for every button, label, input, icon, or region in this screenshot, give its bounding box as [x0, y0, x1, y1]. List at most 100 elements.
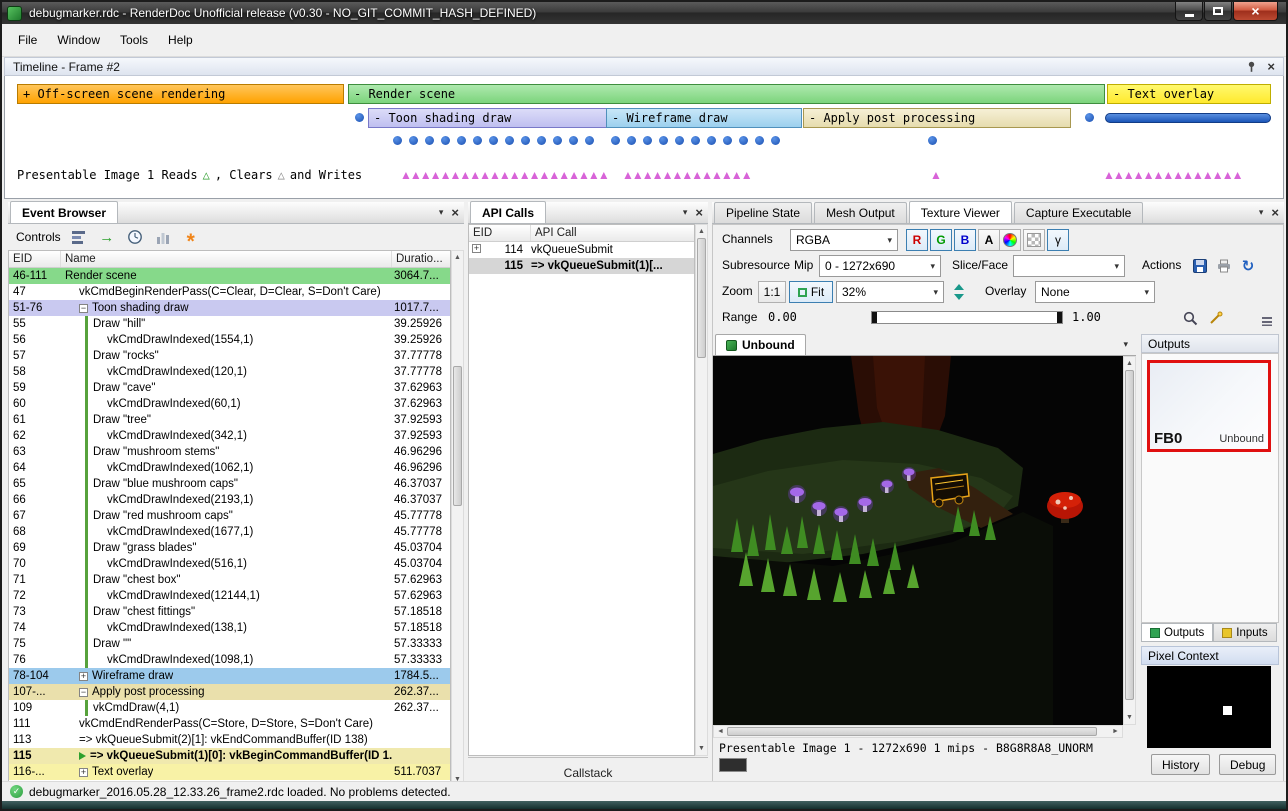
history-button[interactable]: History: [1151, 754, 1210, 775]
tab-inputs[interactable]: Inputs: [1213, 623, 1276, 642]
draw-marker-dot[interactable]: [659, 136, 668, 145]
expand-icon[interactable]: [79, 768, 88, 777]
event-row[interactable]: 70vkCmdDrawIndexed(516,1)45.03704: [9, 556, 450, 572]
column-eid[interactable]: EID: [469, 225, 531, 241]
scrollbar-thumb[interactable]: [697, 238, 706, 358]
debug-button[interactable]: Debug: [1219, 754, 1276, 775]
scroll-down-icon[interactable]: ▼: [696, 742, 707, 755]
range-slider[interactable]: [871, 311, 1063, 324]
tab-unbound[interactable]: Unbound: [715, 334, 806, 355]
event-browser-scrollbar[interactable]: ▲ ▼: [451, 250, 464, 787]
draw-marker-dot[interactable]: [355, 113, 364, 122]
event-row[interactable]: 73Draw "chest fittings"57.18518: [9, 604, 450, 620]
scroll-up-icon[interactable]: ▲: [1124, 357, 1135, 370]
timeline-bar-post-processing[interactable]: - Apply post processing: [803, 108, 1071, 128]
autofit-wand-icon[interactable]: [1205, 308, 1225, 328]
collapse-icon[interactable]: [79, 304, 88, 313]
draw-marker-dot[interactable]: [553, 136, 562, 145]
event-row[interactable]: 75Draw ""57.33333: [9, 636, 450, 652]
close-icon[interactable]: ×: [695, 206, 703, 219]
event-row[interactable]: 61Draw "tree"37.92593: [9, 412, 450, 428]
draw-marker-dot[interactable]: [521, 136, 530, 145]
draw-marker-dot[interactable]: [393, 136, 402, 145]
event-row[interactable]: 64vkCmdDrawIndexed(1062,1)46.96296: [9, 460, 450, 476]
timeline-bar-text-overlay[interactable]: - Text overlay: [1107, 84, 1271, 104]
fb0-thumbnail[interactable]: FB0 Unbound: [1147, 360, 1271, 452]
event-row[interactable]: 78-104Wireframe draw1784.5...: [9, 668, 450, 684]
draw-marker-dot[interactable]: [755, 136, 764, 145]
color-wheel-icon[interactable]: [999, 229, 1021, 251]
event-row[interactable]: 107-...Apply post processing262.37...: [9, 684, 450, 700]
minimize-button[interactable]: [1175, 2, 1203, 21]
scrollbar-thumb[interactable]: [453, 366, 462, 506]
event-row[interactable]: 63Draw "mushroom stems"46.96296: [9, 444, 450, 460]
gamma-button[interactable]: γ: [1047, 229, 1069, 251]
pixel-context-view[interactable]: [1147, 666, 1271, 748]
collapse-icon[interactable]: [79, 688, 88, 697]
tab-api-calls[interactable]: API Calls: [470, 201, 546, 223]
event-row[interactable]: 51-76Toon shading draw1017.7...: [9, 300, 450, 316]
alpha-checker-icon[interactable]: [1023, 229, 1045, 251]
draw-marker-dot[interactable]: [409, 136, 418, 145]
event-row[interactable]: 113=> vkQueueSubmit(2)[1]: vkEndCommandB…: [9, 732, 450, 748]
tab-mesh-output[interactable]: Mesh Output: [814, 202, 907, 223]
zoom-combo[interactable]: 32%▾: [836, 281, 944, 303]
api-call-row[interactable]: 115=> vkQueueSubmit(1)[...: [469, 258, 694, 274]
draw-marker-dot[interactable]: [928, 136, 937, 145]
channel-g-button[interactable]: G: [930, 229, 952, 251]
event-row[interactable]: 68vkCmdDrawIndexed(1677,1)45.77778: [9, 524, 450, 540]
menu-tools[interactable]: Tools: [110, 28, 158, 52]
event-row[interactable]: 72vkCmdDrawIndexed(12144,1)57.62963: [9, 588, 450, 604]
menu-help[interactable]: Help: [158, 28, 203, 52]
pin-icon[interactable]: [1246, 61, 1257, 73]
event-row[interactable]: 65Draw "blue mushroom caps"46.37037: [9, 476, 450, 492]
draw-marker-dot[interactable]: [585, 136, 594, 145]
find-events-icon[interactable]: [69, 227, 89, 247]
refresh-icon[interactable]: ↻: [1238, 256, 1258, 276]
event-row[interactable]: 109vkCmdDraw(4,1)262.37...: [9, 700, 450, 716]
event-row[interactable]: 67Draw "red mushroom caps"45.77778: [9, 508, 450, 524]
column-api-call[interactable]: API Call: [531, 225, 694, 241]
draw-marker-dot[interactable]: [739, 136, 748, 145]
timeline-header[interactable]: Timeline - Frame #2 ×: [4, 57, 1284, 76]
chevron-down-icon[interactable]: ▾: [1123, 340, 1128, 349]
event-row[interactable]: 57Draw "rocks"37.77778: [9, 348, 450, 364]
scroll-left-icon[interactable]: ◄: [714, 726, 727, 737]
draw-marker-dot[interactable]: [425, 136, 434, 145]
tab-event-browser[interactable]: Event Browser: [10, 201, 118, 223]
timeline-bar-render-scene[interactable]: - Render scene: [348, 84, 1105, 104]
channel-r-button[interactable]: R: [906, 229, 928, 251]
api-call-row[interactable]: 114vkQueueSubmit: [469, 242, 694, 258]
outputs-header[interactable]: Outputs: [1141, 334, 1279, 353]
channel-a-button[interactable]: A: [978, 229, 1000, 251]
draw-marker-dot[interactable]: [707, 136, 716, 145]
menu-window[interactable]: Window: [47, 28, 110, 52]
menu-file[interactable]: File: [8, 28, 47, 52]
flip-y-icon[interactable]: [949, 282, 969, 302]
draw-marker-dot[interactable]: [569, 136, 578, 145]
tab-pipeline-state[interactable]: Pipeline State: [714, 202, 812, 223]
api-calls-scrollbar[interactable]: ▲ ▼: [695, 224, 708, 756]
draw-marker-dot[interactable]: [771, 136, 780, 145]
range-black-handle[interactable]: [872, 312, 877, 323]
texture-horizontal-scrollbar[interactable]: ◄ ►: [713, 725, 1123, 738]
scroll-right-icon[interactable]: ►: [1109, 726, 1122, 737]
event-row[interactable]: 55Draw "hill"39.25926: [9, 316, 450, 332]
event-row[interactable]: 111vkCmdEndRenderPass(C=Store, D=Store, …: [9, 716, 450, 732]
close-icon[interactable]: ×: [1271, 206, 1279, 219]
time-draws-clock-icon[interactable]: [125, 227, 145, 247]
scroll-up-icon[interactable]: ▲: [696, 225, 707, 238]
event-row[interactable]: 115=> vkQueueSubmit(1)[0]: vkBeginComman…: [9, 748, 450, 764]
event-table[interactable]: EID Name Duratio... 46-111Render scene30…: [8, 250, 451, 787]
title-bar[interactable]: debugmarker.rdc - RenderDoc Unofficial r…: [2, 2, 1286, 24]
close-icon[interactable]: ×: [451, 206, 459, 219]
draw-marker-dot[interactable]: [537, 136, 546, 145]
tab-texture-viewer[interactable]: Texture Viewer: [909, 201, 1012, 223]
timeline-bar-wireframe[interactable]: - Wireframe draw: [606, 108, 802, 128]
zoom-fit-button[interactable]: Fit: [789, 281, 833, 303]
event-row[interactable]: 116-...Text overlay511.7037: [9, 764, 450, 780]
expand-icon[interactable]: [472, 244, 481, 253]
draw-marker-dot[interactable]: [441, 136, 450, 145]
channels-combo[interactable]: RGBA▾: [790, 229, 898, 251]
close-button[interactable]: ×: [1233, 2, 1278, 21]
